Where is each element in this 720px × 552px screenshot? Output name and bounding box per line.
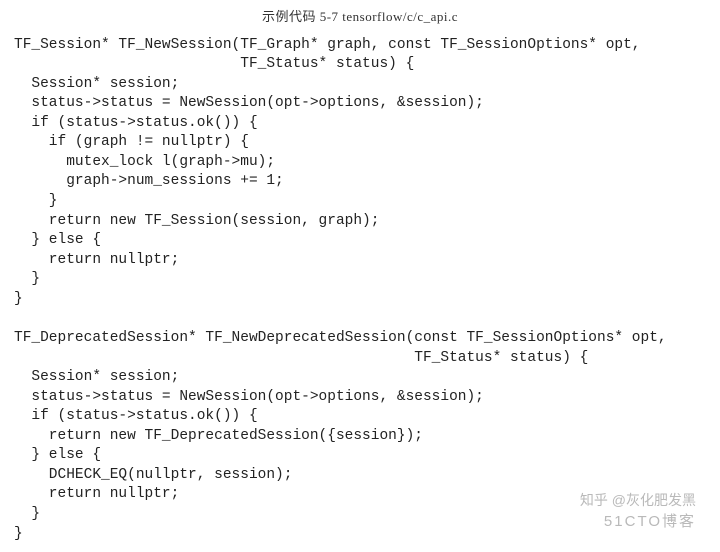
code-block: TF_Session* TF_NewSession(TF_Graph* grap… xyxy=(14,36,706,545)
example-caption: 示例代码 5-7 tensorflow/c/c_api.c xyxy=(14,8,706,26)
